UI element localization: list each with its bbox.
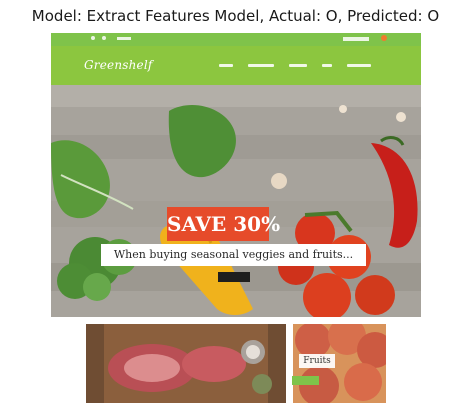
nav-item: [219, 64, 233, 67]
meat-image: [86, 324, 286, 403]
nav-item: [347, 64, 371, 67]
mail-icon: [102, 36, 106, 40]
shop-button[interactable]: [218, 272, 250, 282]
website-thumbnail: Greenshelf SAVE 30% When buying seasonal…: [51, 33, 421, 403]
hero-image: [51, 85, 421, 321]
nav-item: [322, 64, 332, 67]
promo-meat-tile[interactable]: [86, 324, 286, 403]
hero-banner: SAVE 30% When buying seasonal veggies an…: [51, 85, 421, 321]
discount-badge: SAVE 30%: [167, 207, 280, 241]
topbar-contact-icons: [91, 36, 106, 40]
main-navigation: Greenshelf: [51, 46, 421, 85]
nav-item: [289, 64, 307, 67]
site-logo: Greenshelf: [84, 58, 153, 72]
topbar-link: [117, 37, 131, 40]
figure-title: Model: Extract Features Model, Actual: O…: [31, 7, 440, 25]
nav-item: [248, 64, 274, 67]
fruits-label: Fruits: [299, 354, 335, 368]
hero-tagline: When buying seasonal veggies and fruits.…: [101, 244, 366, 266]
account-link: [343, 37, 369, 41]
cart-icon: [381, 35, 387, 41]
fruits-shop-button[interactable]: [292, 376, 319, 385]
phone-icon: [91, 36, 95, 40]
top-bar: [51, 33, 421, 46]
nav-menu: [219, 64, 371, 67]
